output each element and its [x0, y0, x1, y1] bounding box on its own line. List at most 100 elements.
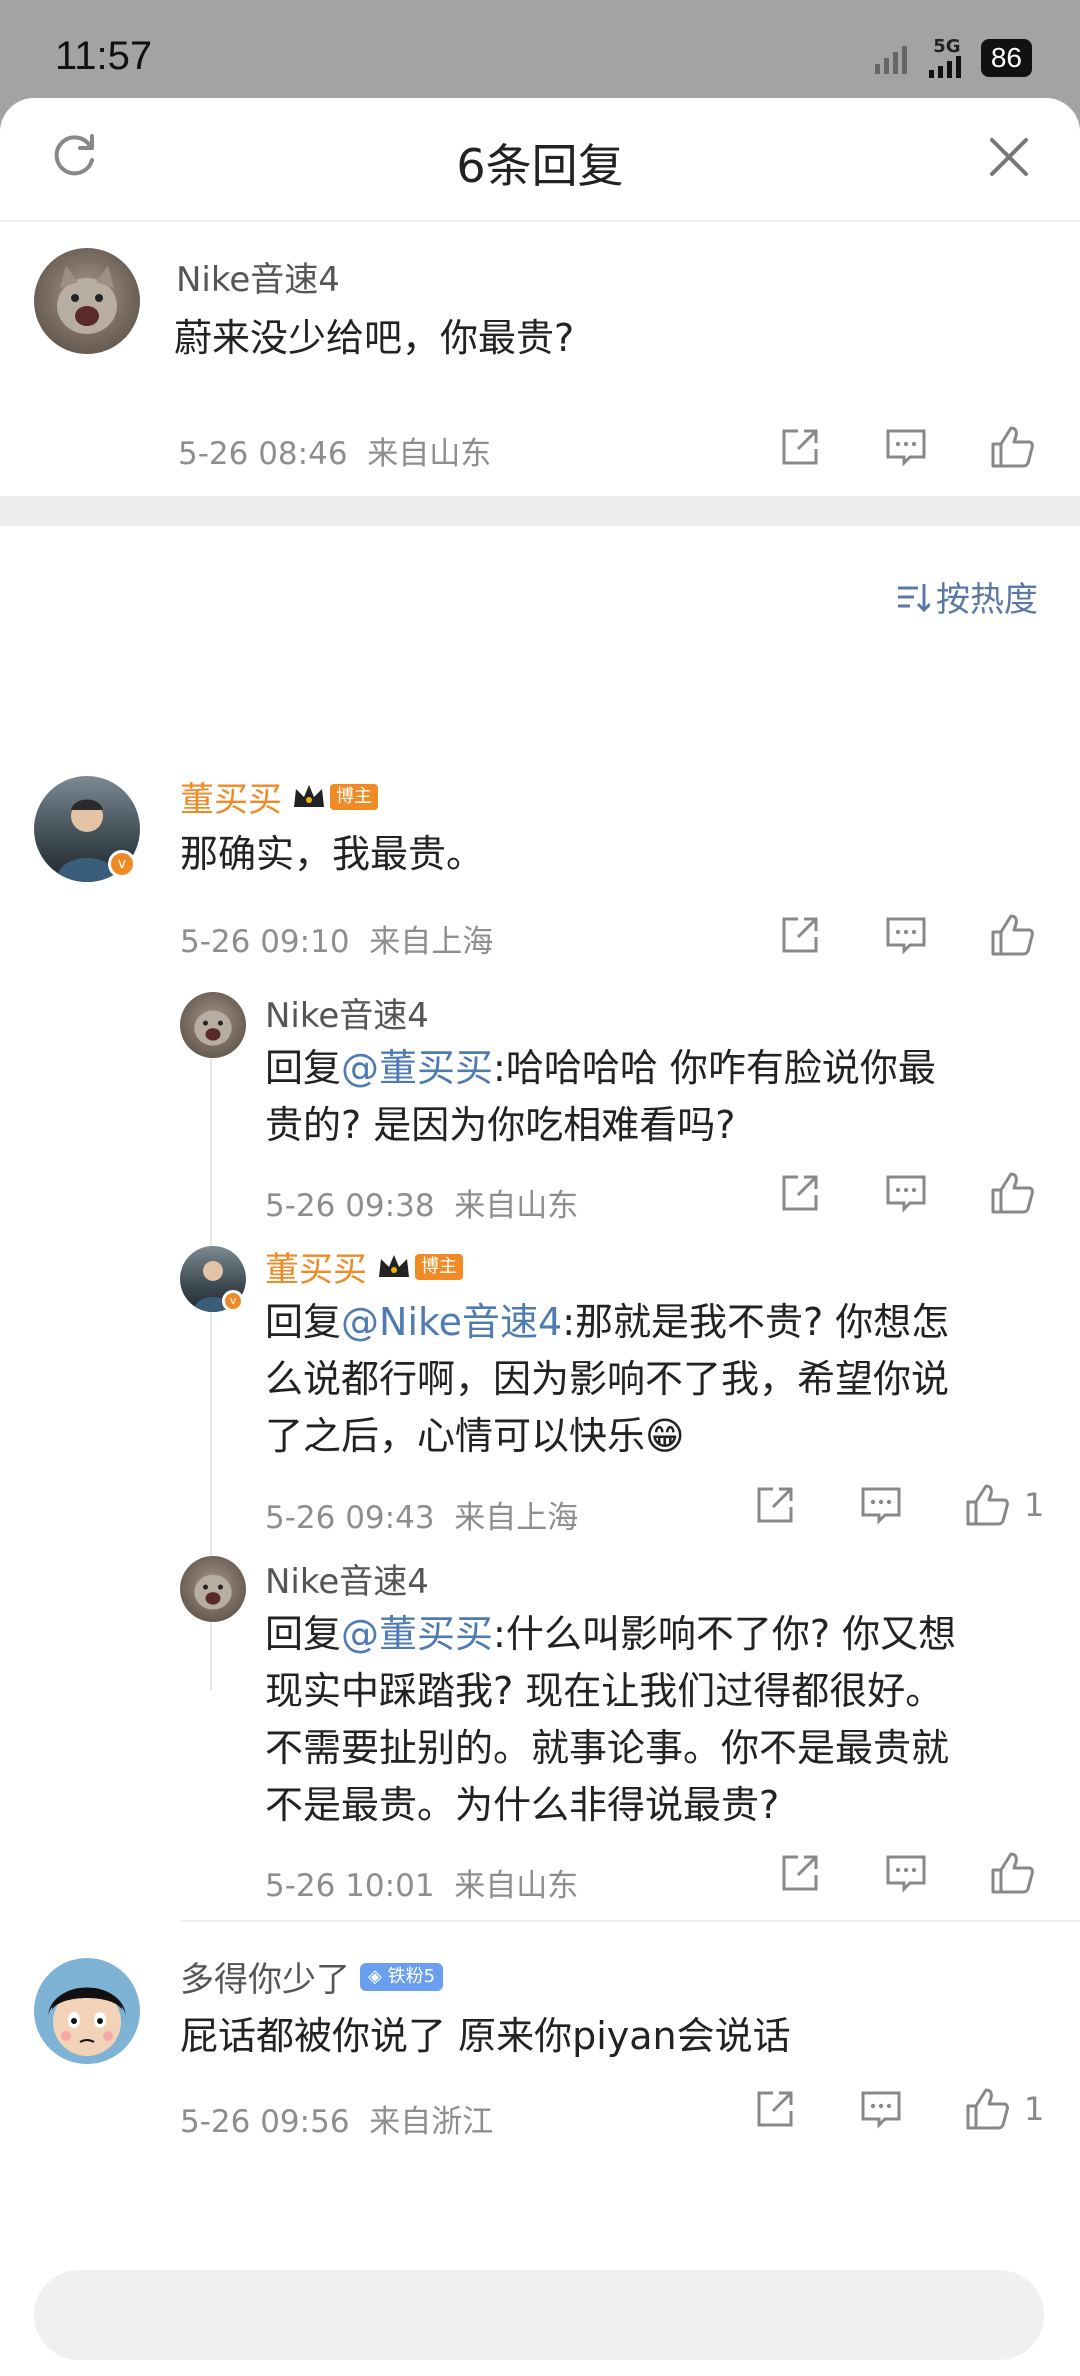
username[interactable]: Nike音速4: [265, 1554, 429, 1603]
comment-date: 5-26 09:56: [180, 2104, 350, 2140]
comment-button[interactable]: [881, 1848, 931, 1898]
share-button[interactable]: [750, 1480, 800, 1530]
avatar[interactable]: [180, 1556, 246, 1622]
comment-icon: [861, 1487, 901, 1525]
like-button[interactable]: [987, 1168, 1037, 1218]
avatar[interactable]: [34, 1958, 140, 2064]
verified-badge-icon: v: [108, 850, 136, 878]
reply-input-bar[interactable]: [34, 2270, 1044, 2360]
share-icon: [782, 1175, 818, 1211]
username[interactable]: Nike音速4: [176, 252, 340, 301]
close-icon[interactable]: [986, 134, 1032, 180]
reply-location: 来自上海: [454, 1500, 579, 1536]
share-icon: [757, 1487, 793, 1523]
thumbs-up-icon: [966, 2088, 1009, 2130]
comment-button[interactable]: [856, 2084, 906, 2134]
comment-actions: [775, 422, 1037, 472]
comment-meta: 5-26 09:56 来自浙江: [180, 2096, 493, 2141]
like-count: 1: [1024, 2090, 1045, 2128]
share-icon: [757, 2091, 793, 2127]
crown-icon: [294, 784, 324, 807]
author-badge: 博主: [330, 783, 378, 810]
comment-button[interactable]: [856, 1480, 906, 1530]
share-button[interactable]: [775, 1848, 825, 1898]
reply-date: 5-26 09:43: [265, 1500, 435, 1536]
signal-5g-icon: 5G: [927, 38, 967, 78]
like-button[interactable]: [987, 1848, 1037, 1898]
comment-button[interactable]: [881, 1168, 931, 1218]
mention-link[interactable]: @Nike音速4: [341, 1300, 562, 1344]
like-button[interactable]: [987, 422, 1037, 472]
reply-text: 回复@董买买:什么叫影响不了你? 你又想 现实中踩踏我? 现在让我们过得都很好。…: [265, 1612, 957, 1827]
reply-actions: [775, 1168, 1037, 1218]
cartoon-avatar-icon: [48, 1987, 126, 2056]
comment-location: 来自上海: [369, 924, 494, 960]
sheet-header: 6条回复: [0, 98, 1080, 222]
comment-thread: v 董买买 博主 那确实，我最贵。 5-26 09:10 来自上海 Nike音速…: [0, 650, 1080, 2150]
verified-badge-icon: v: [222, 1290, 244, 1312]
like-count: 1: [1024, 1486, 1045, 1524]
status-bar: 11:57 5G 86: [0, 0, 1080, 110]
root-comment: Nike音速4 蔚来没少给吧，你最贵? 5-26 08:46 来自山东: [0, 222, 1080, 496]
comment-actions: 1: [750, 2084, 1044, 2134]
comment-button[interactable]: [881, 422, 931, 472]
section-divider: [0, 496, 1080, 526]
comment-button[interactable]: [881, 910, 931, 960]
cat-avatar-icon: [194, 1574, 232, 1610]
author-badge: 博主: [415, 1253, 463, 1280]
reply-text: 回复@Nike音速4:那就是我不贵? 你想怎 么说都行啊，因为影响不了我，希望你…: [265, 1300, 950, 1458]
comment-date: 5-26 08:46: [178, 436, 348, 472]
reply-text: 回复@董买买:哈哈哈哈 你咋有脸说你最 贵的? 是因为你吃相难看吗?: [265, 1046, 936, 1147]
mention-link[interactable]: @董买买: [341, 1046, 493, 1090]
reply-date: 5-26 09:38: [265, 1188, 435, 1224]
avatar[interactable]: [180, 992, 246, 1058]
reply-meta: 5-26 10:01 来自山东: [265, 1860, 578, 1905]
like-button[interactable]: 1: [962, 2084, 1044, 2134]
sort-icon: [898, 583, 930, 612]
username[interactable]: 多得你少了 ◈ 铁粉5: [180, 1952, 444, 2001]
share-button[interactable]: [750, 2084, 800, 2134]
status-time: 11:57: [55, 34, 153, 78]
thumbs-up-icon: [966, 1484, 1009, 1526]
reply-location: 来自山东: [454, 1868, 579, 1904]
comment-meta: 5-26 09:10 来自上海: [180, 916, 493, 961]
thumbs-up-icon: [991, 914, 1034, 956]
sort-button[interactable]: 按热度: [896, 572, 1038, 621]
comment-location: 来自山东: [367, 436, 492, 472]
thumbs-up-icon: [991, 426, 1034, 468]
reply-location: 来自山东: [454, 1188, 579, 1224]
reply-date: 5-26 10:01: [265, 1868, 435, 1904]
comment-icon: [886, 1175, 926, 1213]
signal-weak-icon: [874, 46, 907, 74]
replies-sheet: 6条回复 Nike音速4 蔚来没少给吧，你最贵? 5-26 08:46 来自山东: [0, 98, 1080, 2376]
share-icon: [782, 1855, 818, 1891]
crown-icon: [379, 1254, 409, 1277]
reply-actions: [775, 1848, 1037, 1898]
mention-link[interactable]: @董买买: [341, 1612, 493, 1656]
share-icon: [782, 917, 818, 953]
thumbs-up-icon: [991, 1172, 1034, 1214]
comment-text: 那确实，我最贵。: [180, 832, 485, 876]
fan-badge: ◈ 铁粉5: [360, 1962, 444, 1991]
comment-text: 屁话都被你说了 原来你piyan会说话: [180, 2014, 791, 2058]
username[interactable]: 董买买 博主: [180, 772, 378, 821]
sheet-title: 6条回复: [456, 139, 624, 193]
thumbs-up-icon: [991, 1852, 1034, 1894]
sort-label: 按热度: [936, 580, 1038, 620]
username[interactable]: 董买买 博主: [265, 1242, 463, 1291]
comment-location: 来自浙江: [369, 2104, 494, 2140]
share-button[interactable]: [775, 910, 825, 960]
username[interactable]: Nike音速4: [265, 988, 429, 1037]
share-icon: [782, 429, 818, 465]
sort-row: 按热度: [0, 526, 1080, 646]
like-button[interactable]: 1: [962, 1480, 1044, 1530]
avatar[interactable]: [34, 248, 140, 354]
share-button[interactable]: [775, 422, 825, 472]
comment-icon: [886, 917, 926, 955]
share-button[interactable]: [775, 1168, 825, 1218]
comment-separator: [180, 1920, 1080, 1922]
reply-meta: 5-26 09:38 来自山东: [265, 1180, 578, 1225]
reply-actions: 1: [750, 1480, 1044, 1530]
like-button[interactable]: [987, 910, 1037, 960]
comment-actions: [775, 910, 1037, 960]
